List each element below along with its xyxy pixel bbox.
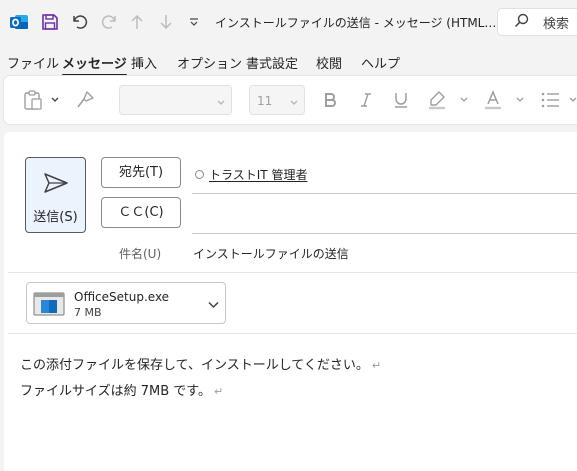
send-icon — [43, 172, 69, 197]
chevron-down-icon — [217, 95, 225, 109]
to-field[interactable]: トラストIT 管理者 — [195, 166, 307, 183]
subject-label: 件名(U) — [119, 247, 162, 261]
header-divider — [8, 272, 577, 273]
ribbon: 11 — [4, 76, 577, 124]
recipient-chip[interactable]: トラストIT 管理者 — [209, 166, 307, 183]
window-title: インストールファイルの送信 - メッセージ (HTML… — [215, 16, 497, 30]
up-icon[interactable] — [127, 11, 147, 33]
send-label: 送信(S) — [33, 210, 78, 225]
paragraph-mark: ↵ — [213, 385, 224, 398]
body-line-2: ファイルサイズは約 7MB です。 — [20, 384, 211, 399]
paragraph-mark: ↵ — [371, 359, 382, 372]
cc-button[interactable]: ＣＣ(C) — [101, 197, 181, 228]
tab-format-text[interactable]: 書式設定 — [246, 53, 298, 72]
title-bar: インストールファイルの送信 - メッセージ (HTML… 検索 — [0, 0, 577, 44]
chevron-down-icon — [290, 95, 298, 109]
font-size-combo[interactable]: 11 — [249, 85, 305, 115]
cc-field[interactable] — [192, 233, 577, 234]
font-color-icon[interactable] — [481, 88, 505, 112]
menu-tabs: ファイル メッセージ 挿入 オプション 書式設定 校閲 ヘルプ — [0, 50, 577, 76]
undo-icon[interactable] — [69, 11, 91, 33]
to-field-underline — [192, 193, 577, 194]
underline-icon[interactable] — [390, 88, 412, 112]
attachment-card[interactable]: OfficeSetup.exe 7 MB — [26, 282, 226, 324]
presence-icon — [195, 170, 204, 179]
down-icon[interactable] — [156, 11, 176, 33]
highlight-icon[interactable] — [425, 88, 449, 112]
attachment-divider — [8, 333, 577, 334]
paste-icon[interactable] — [20, 88, 46, 112]
tab-review[interactable]: 校閲 — [316, 53, 342, 72]
outlook-app-icon — [9, 12, 29, 32]
chevron-down-icon[interactable] — [208, 298, 219, 312]
paste-dropdown-icon[interactable] — [49, 88, 61, 112]
font-name-combo[interactable] — [119, 85, 232, 115]
attachment-file-name: OfficeSetup.exe — [74, 290, 170, 304]
tab-options[interactable]: オプション — [177, 53, 242, 72]
subject-field[interactable]: インストールファイルの送信 — [193, 245, 349, 262]
to-button[interactable]: 宛先(T) — [101, 157, 181, 188]
body-line-1: この添付ファイルを保存して、インストールしてください。 — [20, 358, 369, 373]
bold-icon[interactable] — [319, 88, 341, 112]
bullets-dropdown-icon[interactable] — [568, 88, 577, 112]
font-color-dropdown-icon[interactable] — [514, 88, 526, 112]
message-body-line[interactable]: ファイルサイズは約 7MB です。 ↵ — [20, 380, 223, 399]
tab-message[interactable]: メッセージ — [62, 53, 127, 76]
tab-help[interactable]: ヘルプ — [361, 53, 400, 72]
search-label: 検索 — [543, 16, 570, 32]
tab-file[interactable]: ファイル — [7, 53, 59, 72]
italic-icon[interactable] — [355, 88, 377, 112]
attachment-file-size: 7 MB — [74, 306, 102, 319]
tab-insert[interactable]: 挿入 — [131, 53, 157, 72]
exe-file-icon — [33, 292, 65, 319]
font-size-value: 11 — [257, 94, 273, 108]
bullets-icon[interactable] — [538, 88, 562, 112]
search-icon — [514, 13, 529, 31]
message-body-line[interactable]: この添付ファイルを保存して、インストールしてください。 ↵ — [20, 354, 381, 373]
compose-pane: 送信(S) 宛先(T) ＣＣ(C) トラストIT 管理者 件名(U) インストー… — [4, 132, 577, 471]
search-box[interactable]: 検索 — [497, 8, 577, 36]
format-painter-icon[interactable] — [73, 88, 97, 112]
send-button[interactable]: 送信(S) — [25, 157, 86, 233]
redo-icon[interactable] — [98, 11, 120, 33]
save-icon[interactable] — [40, 11, 60, 33]
qat-more-icon[interactable] — [186, 11, 202, 33]
highlight-dropdown-icon[interactable] — [458, 88, 470, 112]
